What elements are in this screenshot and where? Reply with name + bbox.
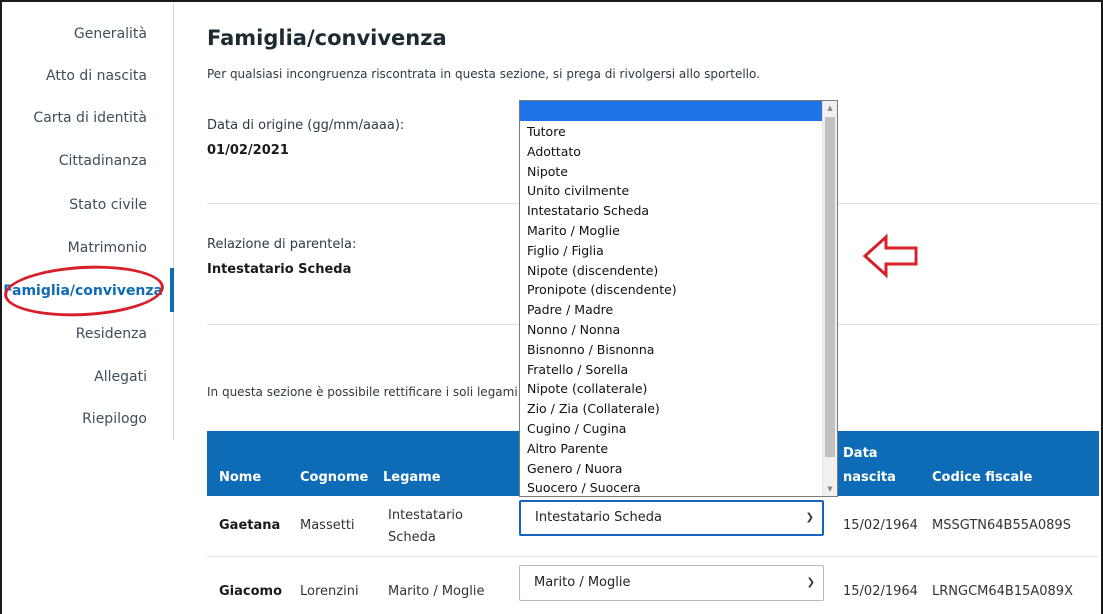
sidebar-nav: Generalità Atto di nascita Carta di iden…: [0, 0, 174, 440]
sidebar-item-riepilogo[interactable]: Riepilogo: [82, 411, 147, 427]
active-item-indicator: [170, 268, 174, 312]
header-legame: Legame: [383, 470, 441, 485]
dropdown-option[interactable]: Nonno / Nonna: [520, 320, 823, 340]
dropdown-option[interactable]: Intestatario Scheda: [520, 201, 823, 221]
cell-nome: Gaetana: [219, 518, 281, 533]
left-arrow-annotation-icon: [862, 233, 918, 279]
scrollbar-thumb[interactable]: [825, 117, 835, 457]
dropdown-option[interactable]: Adottato: [520, 142, 823, 162]
relation-select-value: Intestatario Scheda: [535, 510, 662, 525]
relation-value: Intestatario Scheda: [207, 262, 352, 277]
page-title: Famiglia/convivenza: [207, 26, 447, 50]
dropdown-option[interactable]: Pronipote (discendente): [520, 280, 823, 300]
cell-data-nascita: 15/02/1964: [843, 518, 918, 533]
sidebar-item-allegati[interactable]: Allegati: [94, 369, 147, 385]
origin-date-label: Data di origine (gg/mm/aaaa):: [207, 118, 405, 133]
section-note: In questa sezione è possibile rettificar…: [207, 385, 518, 399]
relation-select[interactable]: Intestatario Scheda ❯: [519, 500, 824, 536]
sidebar-item-matrimonio[interactable]: Matrimonio: [68, 240, 147, 256]
dropdown-option[interactable]: Figlio / Figlia: [520, 241, 823, 261]
sidebar-item-atto-di-nascita[interactable]: Atto di nascita: [46, 68, 147, 84]
cell-legame-line2: Scheda: [388, 530, 436, 545]
dropdown-option[interactable]: Unito civilmente: [520, 181, 823, 201]
page-subtitle: Per qualsiasi incongruenza riscontrata i…: [207, 67, 760, 81]
cell-legame-line1: Intestatario: [388, 508, 463, 523]
cell-codice-fiscale: MSSGTN64B55A089S: [932, 518, 1071, 533]
relation-select-value: Marito / Moglie: [534, 575, 631, 590]
dropdown-option[interactable]: Nipote (collaterale): [520, 379, 823, 399]
sidebar-item-carta-di-identita[interactable]: Carta di identità: [33, 110, 147, 126]
dropdown-option[interactable]: Cugino / Cugina: [520, 419, 823, 439]
table-row: Gaetana Massetti Intestatario Scheda Int…: [207, 496, 1099, 557]
dropdown-scrollbar[interactable]: ▲ ▼: [822, 101, 837, 496]
sidebar-item-generalita[interactable]: Generalità: [74, 26, 147, 42]
dropdown-option-blank-highlighted[interactable]: [520, 101, 823, 121]
relation-label: Relazione di parentela:: [207, 237, 357, 252]
origin-date-value: 01/02/2021: [207, 143, 289, 158]
cell-codice-fiscale: LRNGCM64B15A089X: [932, 584, 1073, 599]
dropdown-option[interactable]: Nipote (discendente): [520, 261, 823, 281]
sidebar-item-cittadinanza[interactable]: Cittadinanza: [59, 153, 147, 169]
dropdown-options: Tutore Adottato Nipote Unito civilmente …: [520, 122, 823, 498]
chevron-down-icon: ❯: [806, 577, 815, 588]
dropdown-option[interactable]: Altro Parente: [520, 439, 823, 459]
chevron-down-icon: ❯: [805, 512, 814, 523]
header-codice-fiscale: Codice fiscale: [932, 470, 1033, 485]
dropdown-option[interactable]: Padre / Madre: [520, 300, 823, 320]
scroll-up-icon[interactable]: ▲: [823, 101, 837, 115]
header-data-nascita-line2: nascita: [843, 470, 896, 485]
header-data-nascita-line1: Data: [843, 446, 878, 461]
dropdown-option[interactable]: Genero / Nuora: [520, 459, 823, 479]
scroll-down-icon[interactable]: ▼: [823, 482, 837, 496]
relation-select[interactable]: Marito / Moglie ❯: [519, 565, 824, 601]
dropdown-option[interactable]: Marito / Moglie: [520, 221, 823, 241]
sidebar-item-residenza[interactable]: Residenza: [76, 326, 147, 342]
relation-dropdown-list[interactable]: Tutore Adottato Nipote Unito civilmente …: [519, 100, 838, 497]
dropdown-option[interactable]: Zio / Zia (Collaterale): [520, 399, 823, 419]
cell-cognome: Massetti: [300, 518, 355, 533]
dropdown-option[interactable]: Suocero / Suocera: [520, 478, 823, 498]
header-cognome: Cognome: [300, 470, 369, 485]
sidebar-item-stato-civile[interactable]: Stato civile: [69, 197, 147, 213]
dropdown-option[interactable]: Fratello / Sorella: [520, 360, 823, 380]
table-row: Giacomo Lorenzini Marito / Moglie Marito…: [207, 557, 1099, 614]
header-nome: Nome: [219, 470, 262, 485]
cell-cognome: Lorenzini: [300, 584, 359, 599]
cell-nome: Giacomo: [219, 584, 283, 599]
dropdown-option[interactable]: Tutore: [520, 122, 823, 142]
dropdown-option[interactable]: Nipote: [520, 162, 823, 182]
cell-legame: Marito / Moglie: [388, 584, 485, 599]
dropdown-option[interactable]: Bisnonno / Bisnonna: [520, 340, 823, 360]
cell-data-nascita: 15/02/1964: [843, 584, 918, 599]
